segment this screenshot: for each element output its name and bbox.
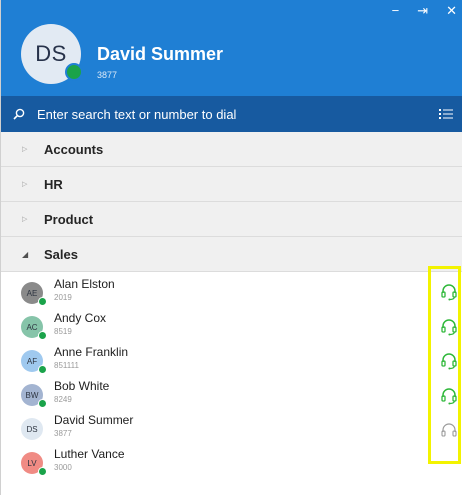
contact-row[interactable]: AE Alan Elston 2019: [1, 274, 462, 308]
softphone-window: − ⇥ ✕ DS David Summer 3877 Enter search …: [0, 0, 462, 495]
contact-row[interactable]: LV Luther Vance 3000: [1, 444, 462, 478]
user-initials: DS: [35, 41, 67, 66]
contact-extension: 2019: [54, 293, 72, 302]
presence-status-dot: [38, 467, 47, 476]
presence-status-dot: [38, 331, 47, 340]
group-hr[interactable]: ▷ HR: [1, 167, 462, 202]
contact-extension: 851111: [54, 361, 79, 370]
presence-status-dot: [65, 63, 83, 81]
group-product[interactable]: ▷ Product: [1, 202, 462, 237]
contact-initials: AC: [26, 322, 38, 332]
contact-name: Alan Elston: [54, 277, 115, 291]
expand-triangle-icon: ▷: [22, 216, 28, 223]
contact-row[interactable]: AF Anne Franklin 851111: [1, 342, 462, 376]
group-label: Product: [44, 211, 94, 227]
contact-extension: 8519: [54, 327, 72, 336]
contact-initials: DS: [26, 424, 38, 434]
group-label: Sales: [44, 246, 78, 262]
expand-triangle-icon: ▷: [22, 146, 28, 153]
contact-extension: 3877: [54, 429, 72, 438]
contact-avatar: AC: [21, 316, 47, 340]
expand-triangle-icon: ▷: [22, 181, 28, 188]
headset-active-icon[interactable]: [440, 318, 458, 336]
contact-avatar: LV: [21, 452, 47, 476]
contact-name: Luther Vance: [54, 447, 125, 461]
list-view-icon[interactable]: [439, 107, 453, 121]
contact-name: Bob White: [54, 379, 110, 393]
contact-initials: AF: [26, 356, 38, 366]
contact-name: David Summer: [54, 413, 134, 427]
contact-name: Anne Franklin: [54, 345, 129, 359]
presence-status-dot: [38, 399, 47, 408]
contact-avatar: AE: [21, 282, 47, 306]
group-label: Accounts: [44, 141, 104, 157]
contact-extension: 3000: [54, 463, 72, 472]
headset-inactive-icon[interactable]: [440, 422, 458, 440]
user-avatar[interactable]: DS: [21, 24, 83, 84]
contact-initials: LV: [27, 458, 37, 468]
group-accounts[interactable]: ▷ Accounts: [1, 132, 462, 167]
headset-active-icon[interactable]: [440, 283, 458, 301]
window-controls: − ⇥ ✕: [392, 4, 457, 18]
pin-icon[interactable]: ⇥: [417, 4, 428, 18]
search-input[interactable]: [37, 106, 417, 122]
group-label: HR: [44, 176, 63, 192]
contact-initials: AE: [26, 288, 38, 298]
contact-extension: 8249: [54, 395, 72, 404]
group-sales[interactable]: ◢ Sales: [1, 237, 462, 272]
user-name: David Summer: [97, 44, 224, 64]
user-header: − ⇥ ✕ DS David Summer 3877: [1, 0, 462, 104]
contact-avatar: AF: [21, 350, 47, 374]
search-icon: [13, 108, 25, 120]
headset-active-icon[interactable]: [440, 387, 458, 405]
user-extension: 3877: [97, 70, 118, 80]
contact-avatar: DS: [21, 418, 43, 440]
contact-initials: BW: [25, 390, 39, 400]
headset-active-icon[interactable]: [440, 352, 458, 370]
presence-status-dot: [38, 297, 47, 306]
collapse-triangle-icon: ◢: [22, 249, 29, 259]
minimize-icon[interactable]: −: [392, 4, 400, 18]
presence-status-dot: [38, 365, 47, 374]
contact-row[interactable]: DS David Summer 3877: [1, 410, 462, 444]
contact-row[interactable]: AC Andy Cox 8519: [1, 308, 462, 342]
contact-avatar: BW: [21, 384, 47, 408]
search-bar: [1, 96, 462, 132]
close-icon[interactable]: ✕: [446, 4, 457, 18]
contact-name: Andy Cox: [54, 311, 107, 325]
contact-row[interactable]: BW Bob White 8249: [1, 376, 462, 410]
